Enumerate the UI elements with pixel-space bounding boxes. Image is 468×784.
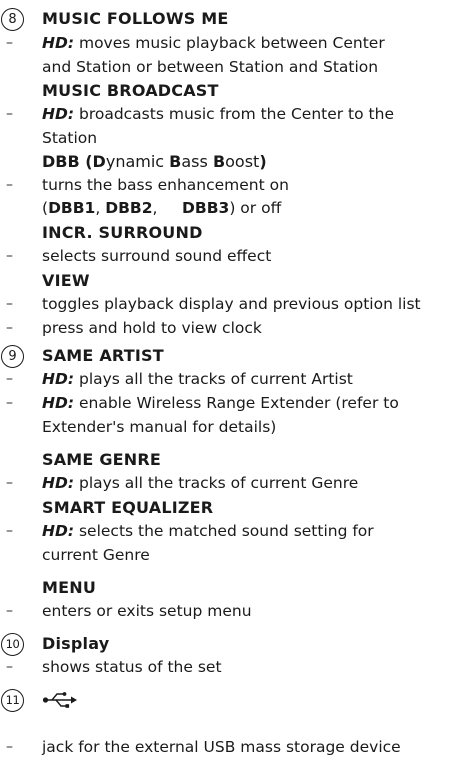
music-broadcast-desc-2: Station	[42, 129, 98, 147]
bullet-dash: –	[6, 177, 13, 193]
section-number-11: 11	[1, 689, 24, 712]
hd-label: HD:	[42, 522, 75, 540]
bullet-dash: –	[6, 475, 13, 491]
view-desc-2: press and hold to view clock	[42, 319, 262, 337]
incr-surround-heading: INCR. SURROUND	[42, 223, 203, 242]
dbb-t2: ynamic	[105, 152, 170, 171]
music-broadcast-heading: MUSIC BROADCAST	[42, 81, 219, 100]
bullet-dash: –	[6, 106, 13, 122]
bullet-dash: –	[6, 320, 13, 336]
section-number-10: 10	[1, 633, 24, 656]
music-follows-desc-1: HD: moves music playback between Center	[42, 34, 385, 52]
bullet-dash: –	[6, 659, 13, 675]
bullet-dash: –	[6, 296, 13, 312]
bullet-dash: –	[6, 603, 13, 619]
incr-surround-desc: selects surround sound effect	[42, 247, 272, 265]
music-broadcast-desc-1: HD: broadcasts music from the Center to …	[42, 105, 394, 123]
dbb-t4: ass	[181, 152, 213, 171]
same-artist-desc-2: HD: enable Wireless Range Extender (refe…	[42, 394, 399, 412]
sep: ,	[95, 199, 106, 217]
desc-text: selects the matched sound setting for	[74, 522, 374, 540]
hd-label: HD:	[42, 34, 75, 52]
dbb-t6: oost	[225, 152, 260, 171]
section-number-9: 9	[1, 345, 24, 368]
smart-eq-desc-1: HD: selects the matched sound setting fo…	[42, 522, 374, 540]
usb-icon	[42, 690, 78, 714]
view-desc-1: toggles playback display and previous op…	[42, 295, 421, 313]
menu-desc: enters or exits setup menu	[42, 602, 252, 620]
bullet-dash: –	[6, 523, 13, 539]
tail: ) or off	[229, 199, 282, 217]
bullet-dash: –	[6, 395, 13, 411]
hd-label: HD:	[42, 370, 75, 388]
dbb2: DBB2	[105, 199, 153, 217]
sep: ,	[152, 199, 183, 217]
dbb-t1: DBB (D	[42, 152, 106, 171]
same-artist-desc-1: HD: plays all the tracks of current Arti…	[42, 370, 353, 388]
hd-label: HD:	[42, 394, 75, 412]
same-artist-heading: SAME ARTIST	[42, 346, 164, 365]
menu-heading: MENU	[42, 578, 97, 597]
bullet-dash: –	[6, 248, 13, 264]
dbb-desc-1: turns the bass enhancement on	[42, 176, 289, 194]
music-follows-me-heading: MUSIC FOLLOWS ME	[42, 9, 229, 28]
music-follows-desc-2: and Station or between Station and Stati…	[42, 58, 379, 76]
section-number-8: 8	[1, 8, 24, 31]
same-genre-heading: SAME GENRE	[42, 450, 162, 469]
dbb-desc-2: (DBB1, DBB2, DBB3) or off	[42, 199, 281, 217]
hd-label: HD:	[42, 105, 75, 123]
desc-text: plays all the tracks of current Genre	[74, 474, 359, 492]
dbb-t3: B	[169, 152, 182, 171]
display-desc: shows status of the set	[42, 658, 222, 676]
same-genre-desc: HD: plays all the tracks of current Genr…	[42, 474, 358, 492]
bullet-dash: –	[6, 35, 13, 51]
bullet-dash: –	[6, 371, 13, 387]
smart-eq-desc-2: current Genre	[42, 546, 150, 564]
desc-text: moves music playback between Center	[74, 34, 385, 52]
desc-text: enable Wireless Range Extender (refer to	[74, 394, 399, 412]
dbb-t7: )	[259, 152, 267, 171]
display-heading: Display	[42, 634, 110, 653]
desc-text: broadcasts music from the Center to the	[74, 105, 394, 123]
smart-equalizer-heading: SMART EQUALIZER	[42, 498, 214, 517]
view-heading: VIEW	[42, 271, 90, 290]
dbb-t5: B	[212, 152, 226, 171]
usb-desc: jack for the external USB mass storage d…	[42, 738, 401, 756]
hd-label: HD:	[42, 474, 75, 492]
bullet-dash: –	[6, 739, 13, 755]
dbb1: DBB1	[48, 199, 96, 217]
same-artist-desc-3: Extender's manual for details)	[42, 418, 277, 436]
desc-text: plays all the tracks of current Artist	[74, 370, 353, 388]
dbb-heading: DBB (Dynamic Bass Boost)	[42, 152, 267, 171]
dbb3: DBB3	[182, 199, 230, 217]
